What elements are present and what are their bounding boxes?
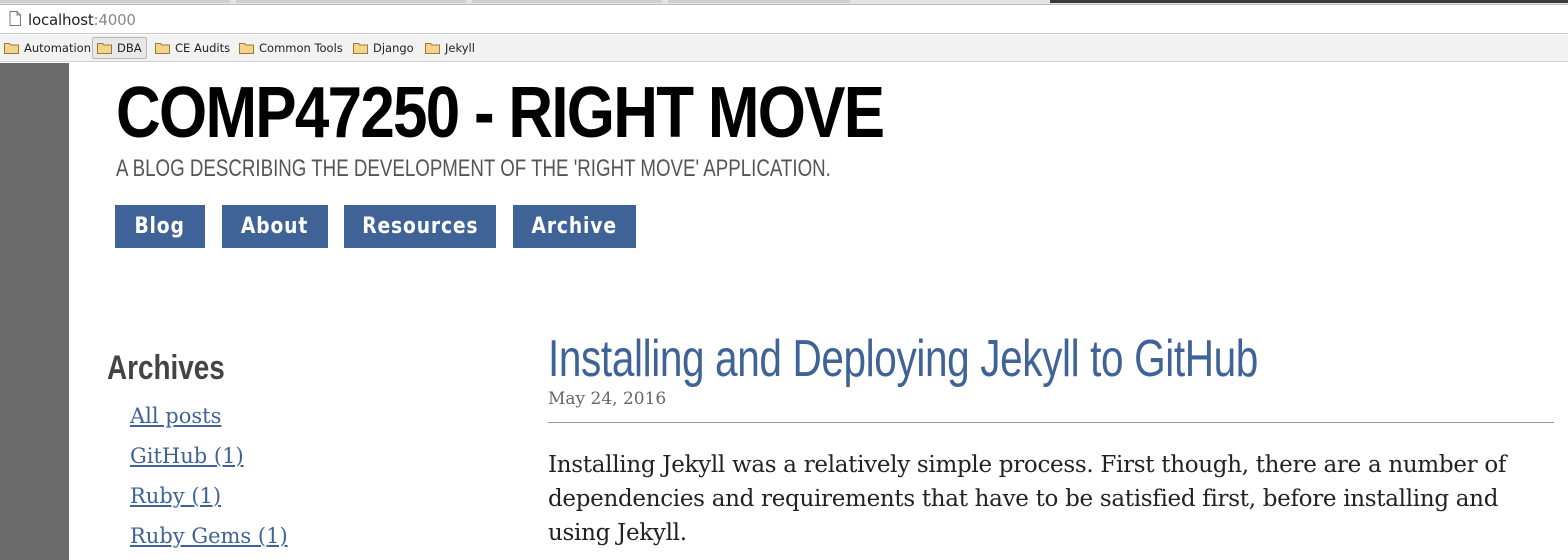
url-port: :4000 [93,11,136,29]
nav-label: About [241,214,309,239]
page-content: COMP47250 - RIGHT MOVE A BLOG DESCRIBING… [69,63,1568,560]
bookmark-dba[interactable]: DBA [92,37,147,59]
nav-label: Resources [361,214,479,239]
bookmark-label: Common Tools [259,41,343,55]
url-text[interactable]: localhost:4000 [28,11,136,29]
bookmark-common-tools[interactable]: Common Tools [235,37,347,59]
bookmark-label: Django [373,41,414,55]
tab[interactable] [236,0,466,3]
post-title[interactable]: Installing and Deploying Jekyll to GitHu… [548,329,1258,389]
folder-icon [4,43,19,54]
site-description: A BLOG DESCRIBING THE DEVELOPMENT OF THE… [116,155,831,182]
nav-about[interactable]: About [222,205,328,248]
folder-icon [425,43,440,54]
post-date: May 24, 2016 [548,389,667,409]
folder-icon [353,43,368,54]
nav-resources[interactable]: Resources [344,205,496,248]
url-host: localhost [28,11,94,29]
page-gutter [0,63,69,560]
archive-link-ruby[interactable]: Ruby (1) [130,484,221,508]
window-chrome [1050,0,1568,3]
divider [548,422,1554,423]
site-title[interactable]: COMP47250 - RIGHT MOVE [116,77,885,149]
bookmark-jekyll[interactable]: Jekyll [421,37,479,59]
bookmark-label: DBA [117,41,142,55]
bookmark-django[interactable]: Django [349,37,418,59]
nav-label: Archive [531,214,618,239]
folder-icon [97,43,112,54]
tab[interactable] [668,0,850,3]
bookmark-label: Jekyll [445,41,475,55]
archive-link-github[interactable]: GitHub (1) [130,444,244,468]
post-body: Installing Jekyll was a relatively simpl… [548,452,1507,546]
tab[interactable] [0,0,230,3]
nav-label: Blog [134,214,186,239]
tab[interactable] [472,0,662,3]
nav-archive[interactable]: Archive [513,205,636,248]
bookmark-label: CE Audits [175,41,231,55]
sidebar-title: Archives [107,349,225,387]
archive-link-ruby-gems[interactable]: Ruby Gems (1) [130,524,288,548]
address-bar[interactable]: localhost:4000 [0,4,1568,34]
bookmarks-bar: Automation DBA CE Audits Common Tools Dj… [0,35,1568,62]
bookmark-ce-audits[interactable]: CE Audits [151,37,234,59]
archive-link-all-posts[interactable]: All posts [130,404,221,428]
folder-icon [239,43,254,54]
bookmark-automation[interactable]: Automation [0,37,95,59]
folder-icon [155,43,170,54]
bookmark-label: Automation [24,41,91,55]
nav-blog[interactable]: Blog [115,205,205,248]
page-icon [9,11,21,26]
